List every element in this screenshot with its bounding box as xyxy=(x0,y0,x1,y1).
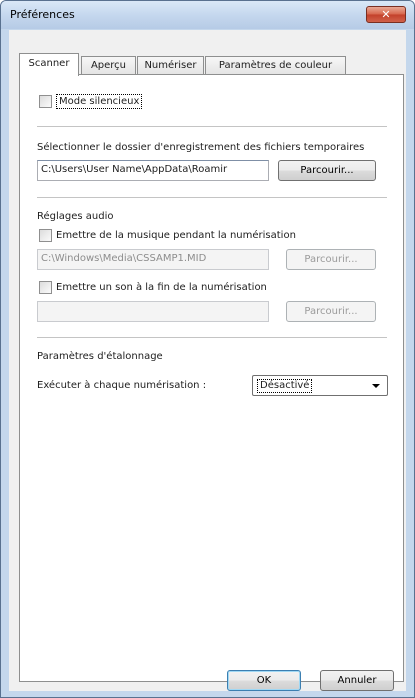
sound-path-input[interactable] xyxy=(37,301,269,322)
tab-parametres-couleur[interactable]: Paramètres de couleur xyxy=(205,56,346,75)
tab-parametres-couleur-label: Paramètres de couleur xyxy=(218,60,333,71)
dialog-body: Scanner Aperçu Numériser Paramètres de c… xyxy=(9,30,406,691)
silent-mode-check-box[interactable] xyxy=(39,95,52,108)
temp-folder-input[interactable]: C:\Users\User Name\AppData\Roamir xyxy=(37,160,269,181)
separator xyxy=(37,337,387,338)
tab-scanner[interactable]: Scanner xyxy=(19,53,79,76)
separator xyxy=(37,197,387,198)
title-bar[interactable]: Préférences ✕ xyxy=(1,1,414,29)
tab-numeriser-label: Numériser xyxy=(144,60,197,71)
close-icon: ✕ xyxy=(381,8,391,21)
ok-button[interactable]: OK xyxy=(227,670,301,691)
preferences-window: Préférences ✕ Scanner Aperçu Numériser P… xyxy=(0,0,415,698)
calibration-run-label: Exécuter à chaque numérisation : xyxy=(37,380,207,391)
separator xyxy=(37,126,387,127)
sound-checkbox-label: Emettre un son à la fin de la numérisati… xyxy=(56,282,267,293)
browse-music-button[interactable]: Parcourir... xyxy=(286,249,376,270)
tab-apercu[interactable]: Aperçu xyxy=(81,56,136,75)
temp-folder-label: Sélectionner le dossier d'enregistrement… xyxy=(37,142,365,153)
close-button[interactable]: ✕ xyxy=(366,6,406,23)
tab-apercu-label: Aperçu xyxy=(90,60,127,71)
tab-numeriser[interactable]: Numériser xyxy=(137,56,204,75)
calibration-dropdown[interactable]: Désactivé xyxy=(252,375,388,396)
music-checkbox-label: Emettre de la musique pendant la numéris… xyxy=(56,230,296,241)
cancel-button[interactable]: Annuler xyxy=(320,670,394,691)
silent-mode-label: Mode silencieux xyxy=(56,94,143,109)
sound-checkbox[interactable]: Emettre un son à la fin de la numérisati… xyxy=(39,281,267,294)
silent-mode-checkbox[interactable]: Mode silencieux xyxy=(39,94,143,109)
browse-sound-button[interactable]: Parcourir... xyxy=(286,301,376,322)
calibration-section-label: Paramètres d'étalonnage xyxy=(37,351,163,362)
tab-scanner-label: Scanner xyxy=(28,58,70,69)
audio-section-label: Réglages audio xyxy=(37,211,114,222)
browse-temp-folder-button[interactable]: Parcourir... xyxy=(278,160,376,181)
music-path-input[interactable]: C:\Windows\Media\CSSAMP1.MID xyxy=(37,249,269,270)
music-checkbox[interactable]: Emettre de la musique pendant la numéris… xyxy=(39,229,296,242)
music-check-box[interactable] xyxy=(39,229,52,242)
calibration-selected-value: Désactivé xyxy=(257,379,313,393)
window-title: Préférences xyxy=(10,8,75,21)
chevron-down-icon xyxy=(372,384,380,388)
sound-check-box[interactable] xyxy=(39,281,52,294)
tab-panel-scanner: Mode silencieux Sélectionner le dossier … xyxy=(19,74,404,682)
